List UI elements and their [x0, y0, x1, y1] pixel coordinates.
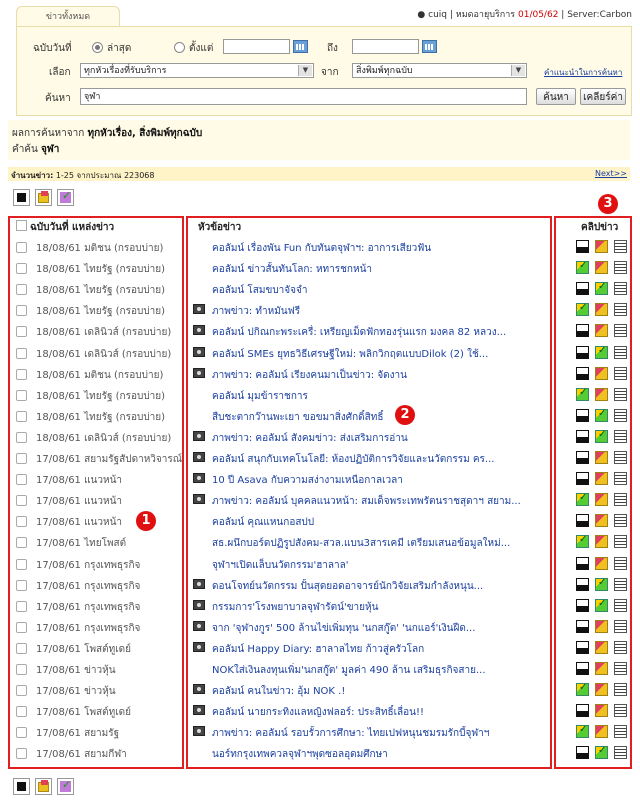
select-label: เลือก — [49, 67, 71, 78]
next-page-link[interactable]: Next>> — [595, 169, 627, 178]
print-icon[interactable] — [13, 189, 30, 206]
summary-line-2: คำค้น จุฬา — [12, 142, 59, 157]
folder-icon[interactable] — [35, 778, 52, 795]
print-icon[interactable] — [13, 778, 30, 795]
user-icon: ● — [417, 10, 426, 20]
search-button[interactable]: ค้นหา — [536, 88, 576, 105]
marker-1: 1 — [136, 511, 156, 531]
user-bar: ● cuiq | หมดอายุบริการ 01/05/62 | Server… — [417, 10, 632, 20]
latest-label: ล่าสุด — [107, 43, 132, 54]
result-count-bar: จำนวนข่าว: 1-25 จากประมาณ 223068 Next>> — [8, 167, 630, 181]
search-input[interactable]: จุฬา — [80, 88, 527, 105]
to-date-input[interactable] — [352, 39, 419, 54]
marker-2: 2 — [395, 405, 415, 425]
chevron-down-icon: ▼ — [298, 65, 312, 76]
summary-prefix: ผลการค้นหาจาก — [12, 128, 85, 139]
calendar-icon[interactable] — [422, 40, 437, 53]
service-label: หมดอายุบริการ — [455, 10, 516, 20]
user-name[interactable]: cuiq — [428, 10, 447, 20]
since-label: ตั้งแต่ — [189, 43, 214, 54]
expiry-date: 01/05/62 — [518, 10, 559, 20]
check-icon[interactable] — [57, 189, 74, 206]
latest-radio[interactable] — [92, 42, 103, 53]
date-label: ฉบับวันที่ — [33, 43, 72, 54]
highlight-box-2 — [186, 216, 552, 769]
count-value: 1-25 จากประมาณ 223068 — [55, 171, 155, 180]
chevron-down-icon: ▼ — [511, 65, 525, 76]
toolbar-bottom — [13, 778, 74, 795]
highlight-box-1 — [8, 216, 184, 769]
marker-3: 3 — [598, 194, 618, 214]
search-summary: ผลการค้นหาจาก ทุกหัวเรื่อง, สิ่งพิมพ์ทุก… — [8, 120, 630, 160]
server-label: Server:Carbon — [567, 10, 632, 20]
count-label: จำนวนข่าว: — [11, 171, 54, 180]
calendar-icon[interactable] — [293, 40, 308, 53]
query-label: ค้นหา — [45, 93, 71, 104]
check-icon[interactable] — [57, 778, 74, 795]
source-select[interactable]: สิ่งพิมพ์ทุกฉบับ ▼ — [352, 63, 527, 78]
toolbar-top — [13, 189, 74, 206]
highlight-box-3 — [554, 216, 632, 769]
search-panel: ฉบับวันที่ ล่าสุด ตั้งแต่ ถึง เลือก ทุกห… — [16, 26, 632, 116]
count-text: จำนวนข่าว: 1-25 จากประมาณ 223068 — [11, 169, 154, 182]
topic-select[interactable]: ทุกหัวเรื่องที่รับบริการ ▼ — [80, 63, 314, 78]
to-label: ถึง — [327, 43, 338, 54]
since-radio[interactable] — [174, 42, 185, 53]
topic-value: ทุกหัวเรื่องที่รับบริการ — [84, 66, 167, 76]
from-label: จาก — [321, 67, 339, 78]
keyword-value: จุฬา — [41, 144, 60, 155]
summary-value: ทุกหัวเรื่อง, สิ่งพิมพ์ทุกฉบับ — [87, 128, 203, 139]
summary-line-1: ผลการค้นหาจาก ทุกหัวเรื่อง, สิ่งพิมพ์ทุก… — [12, 126, 202, 141]
keyword-prefix: คำค้น — [12, 144, 38, 155]
search-help-link[interactable]: คำแนะนำในการค้นหา — [544, 66, 622, 79]
folder-icon[interactable] — [35, 189, 52, 206]
clear-button[interactable]: เคลียร์ค่า — [580, 88, 626, 105]
source-value: สิ่งพิมพ์ทุกฉบับ — [356, 66, 413, 76]
tab-all-news[interactable]: ข่าวทั้งหมด — [16, 6, 120, 27]
query-value: จุฬา — [84, 92, 101, 102]
since-date-input[interactable] — [223, 39, 290, 54]
